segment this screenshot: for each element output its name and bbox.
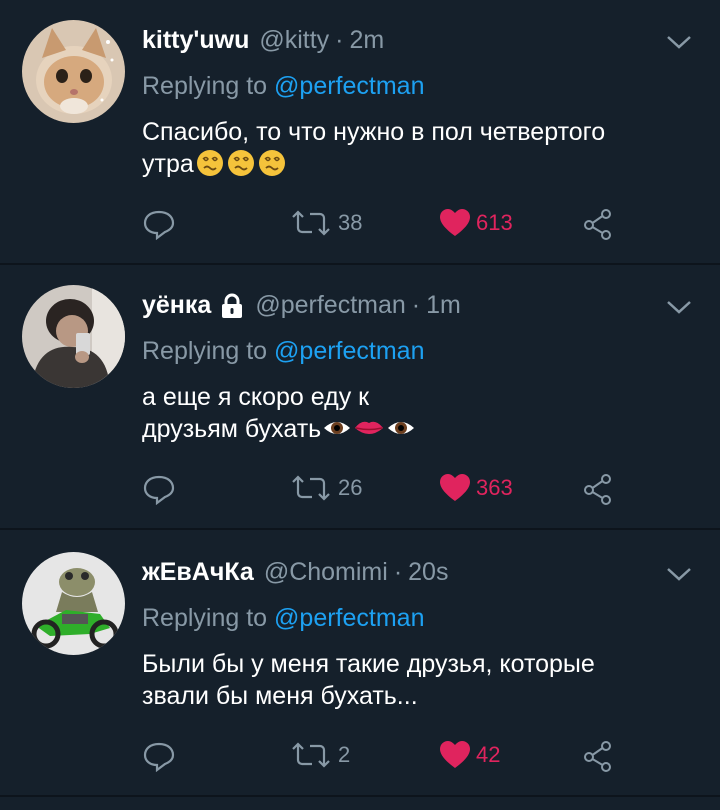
separator-dot: · bbox=[393, 558, 403, 586]
chevron-down-icon[interactable] bbox=[666, 34, 692, 50]
retweet-button[interactable]: 26 bbox=[288, 473, 362, 503]
tweet-text-line: а еще я скоро еду к bbox=[142, 383, 370, 411]
face-with-spiral-eyes-icon bbox=[196, 150, 223, 176]
tweet-text-line: утра bbox=[142, 150, 194, 178]
like-button[interactable]: 42 bbox=[438, 740, 500, 770]
tweet-text-line: Были бы у меня такие друзья, которые bbox=[142, 650, 595, 678]
timestamp[interactable]: 2m bbox=[350, 26, 385, 55]
like-button[interactable]: 613 bbox=[438, 208, 513, 238]
avatar[interactable] bbox=[22, 552, 125, 655]
tweet-text: Были бы у меня такие друзья, которые зва… bbox=[142, 648, 682, 712]
avatar-person-image bbox=[22, 285, 125, 388]
face-with-spiral-eyes-icon bbox=[258, 150, 285, 176]
handle[interactable]: @perfectman bbox=[255, 291, 405, 320]
mention-link[interactable]: @perfectman bbox=[274, 604, 424, 632]
reply-button[interactable] bbox=[142, 473, 176, 505]
handle[interactable]: @kitty bbox=[259, 26, 329, 55]
lips-icon bbox=[355, 421, 384, 434]
display-name[interactable]: kitty'uwu bbox=[142, 26, 249, 55]
mention-link[interactable]: @perfectman bbox=[274, 337, 424, 365]
display-name[interactable]: жЕвАчКа bbox=[142, 558, 254, 587]
reply-icon bbox=[143, 475, 175, 505]
tweet-feed: kitty'uwu @kitty · 2m Replying to @perfe… bbox=[0, 0, 720, 810]
retweet-button[interactable]: 38 bbox=[288, 208, 362, 238]
like-count: 42 bbox=[476, 742, 501, 767]
replying-to: Replying to @perfectman bbox=[142, 337, 424, 366]
share-button[interactable] bbox=[582, 208, 614, 240]
retweet-count: 2 bbox=[338, 742, 351, 767]
tweet-actions: 26 363 bbox=[142, 473, 622, 513]
separator-dot: · bbox=[411, 291, 421, 319]
lock-icon bbox=[222, 293, 243, 318]
tweet[interactable]: жЕвАчКа @Chomimi · 20s Replying to @perf… bbox=[0, 532, 720, 797]
replying-prefix: Replying to bbox=[142, 72, 268, 100]
chevron-down-icon[interactable] bbox=[666, 299, 692, 315]
face-with-spiral-eyes-icon bbox=[227, 150, 254, 176]
tweet-header: жЕвАчКа @Chomimi · 20s bbox=[142, 558, 448, 587]
share-icon bbox=[584, 209, 611, 240]
separator-dot: · bbox=[335, 26, 344, 54]
avatar-cat-image bbox=[22, 20, 125, 123]
tweet-text-line: друзьям бухать bbox=[142, 415, 322, 443]
replying-to: Replying to @perfectman bbox=[142, 72, 424, 101]
heart-icon bbox=[440, 741, 470, 768]
chevron-down-icon[interactable] bbox=[666, 566, 692, 582]
like-button[interactable]: 363 bbox=[438, 473, 513, 503]
tweet-text: а еще я скоро еду к друзьям бухать bbox=[142, 381, 682, 445]
retweet-icon bbox=[292, 475, 330, 501]
mention-link[interactable]: @perfectman bbox=[274, 72, 424, 100]
avatar-frog-motorcycle-image bbox=[22, 552, 125, 655]
retweet-icon bbox=[292, 742, 330, 768]
replying-to: Replying to @perfectman bbox=[142, 604, 424, 633]
timestamp[interactable]: 1m bbox=[426, 291, 461, 320]
reply-icon bbox=[143, 210, 175, 240]
tweet-text: Спасибо, то что нужно в пол четвертого у… bbox=[142, 116, 682, 180]
retweet-count: 26 bbox=[338, 475, 363, 500]
tweet-header: уёнка @perfectman · 1m bbox=[142, 291, 461, 320]
handle[interactable]: @Chomimi bbox=[264, 558, 388, 587]
tweet[interactable]: уёнка @perfectman · 1m Replying to @perf… bbox=[0, 265, 720, 530]
retweet-button[interactable]: 2 bbox=[288, 740, 350, 770]
share-icon bbox=[584, 741, 611, 772]
reply-icon bbox=[143, 742, 175, 772]
eye-icon bbox=[324, 422, 351, 434]
replying-prefix: Replying to bbox=[142, 337, 268, 365]
replying-prefix: Replying to bbox=[142, 604, 268, 632]
share-button[interactable] bbox=[582, 473, 614, 505]
share-icon bbox=[584, 474, 611, 505]
avatar[interactable] bbox=[22, 20, 125, 123]
tweet-actions: 38 613 bbox=[142, 208, 622, 248]
share-button[interactable] bbox=[582, 740, 614, 772]
retweet-icon bbox=[292, 210, 330, 236]
avatar[interactable] bbox=[22, 285, 125, 388]
like-count: 363 bbox=[476, 475, 513, 500]
heart-icon bbox=[440, 474, 470, 501]
like-count: 613 bbox=[476, 210, 513, 235]
tweet-text-line: звали бы меня бухать... bbox=[142, 682, 418, 710]
eye-icon bbox=[388, 422, 415, 434]
tweet-text-line: Спасибо, то что нужно в пол четвертого bbox=[142, 118, 606, 146]
reply-button[interactable] bbox=[142, 740, 176, 772]
heart-icon bbox=[440, 209, 470, 236]
timestamp[interactable]: 20s bbox=[408, 558, 448, 587]
tweet[interactable]: kitty'uwu @kitty · 2m Replying to @perfe… bbox=[0, 0, 720, 265]
retweet-count: 38 bbox=[338, 210, 363, 235]
tweet-header: kitty'uwu @kitty · 2m bbox=[142, 26, 384, 55]
reply-button[interactable] bbox=[142, 208, 176, 240]
tweet-actions: 2 42 bbox=[142, 740, 622, 780]
display-name[interactable]: уёнка bbox=[142, 291, 211, 320]
